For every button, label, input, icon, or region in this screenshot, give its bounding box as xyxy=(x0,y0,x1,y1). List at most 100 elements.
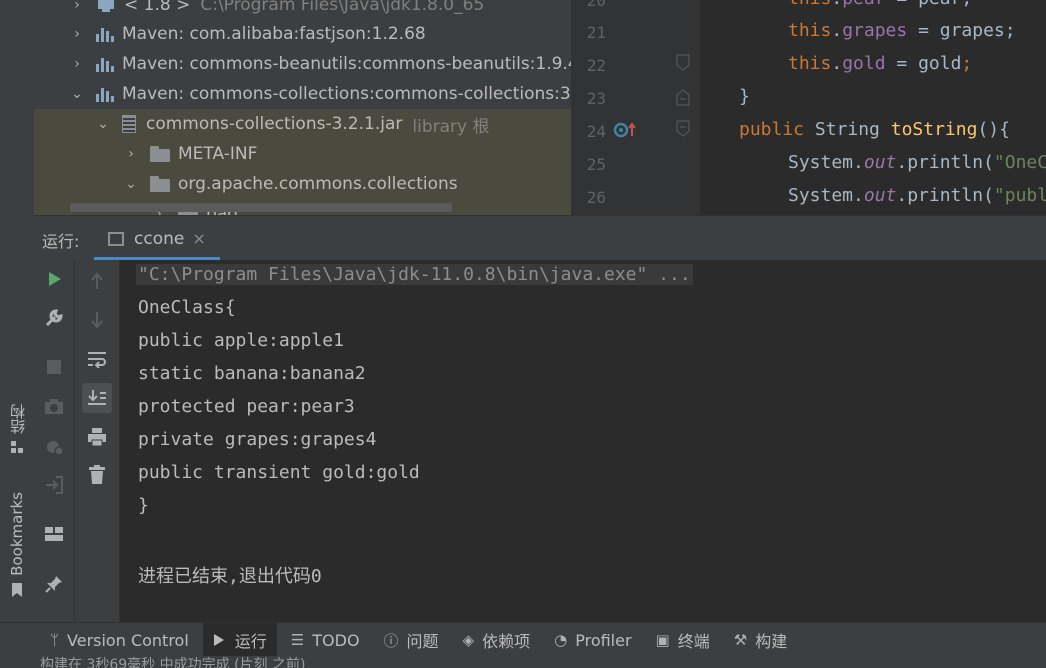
fold-end-icon[interactable] xyxy=(676,88,690,106)
code-line-26: System.out.println("public apple:" xyxy=(788,185,1046,206)
code-line-20: this.pear = pear; xyxy=(788,0,972,9)
chevron-down-icon[interactable]: ⌄ xyxy=(96,116,110,132)
soft-wrap-button[interactable] xyxy=(82,344,112,374)
tree-row-label: < 1.8 > xyxy=(124,0,191,15)
bottom-tab-label: 终端 xyxy=(677,632,710,651)
line-number: 23 xyxy=(586,89,606,108)
terminal-icon: ▣ xyxy=(655,631,670,649)
line-number: 21 xyxy=(586,23,606,42)
pin-icon xyxy=(45,576,62,593)
debug-settings-button[interactable] xyxy=(39,431,69,461)
arrow-up-icon xyxy=(91,272,103,289)
console-line: private grapes:grapes4 xyxy=(138,429,377,450)
tree-row-collections-jar[interactable]: ⌄ commons-collections-3.2.1.jar library … xyxy=(34,109,571,139)
tree-row-meta-inf[interactable]: › META-INF xyxy=(34,139,571,169)
bottom-tab-label: 问题 xyxy=(406,632,439,651)
tree-row-collections[interactable]: ⌄ Maven: commons-collections:commons-col… xyxy=(34,79,571,109)
layout-icon xyxy=(45,527,63,541)
exit-button[interactable] xyxy=(39,470,69,500)
jar-file-icon xyxy=(122,115,136,133)
run-tool-tab[interactable]: 运行 xyxy=(202,623,277,657)
code-line-23: } xyxy=(739,86,750,107)
layers-icon: ◈ xyxy=(462,631,475,649)
run-tab-ccone[interactable]: ccone × xyxy=(94,220,220,260)
tree-row-fastjson[interactable]: › Maven: com.alibaba:fastjson:1.2.68 xyxy=(34,19,571,49)
line-number: 25 xyxy=(586,155,606,174)
thread-dump-button[interactable] xyxy=(39,392,69,422)
override-gutter-icon[interactable] xyxy=(612,120,638,140)
version-control-tab[interactable]: ᛘ Version Control xyxy=(40,623,199,657)
fold-marker-icon[interactable] xyxy=(676,54,690,72)
tree-row-detail: library 根 xyxy=(412,116,490,137)
maven-library-icon xyxy=(96,86,114,102)
profiler-tab[interactable]: ◔ Profiler xyxy=(544,623,641,657)
run-icon xyxy=(49,272,61,286)
stop-button[interactable] xyxy=(39,352,69,382)
todo-tab[interactable]: ☰ TODO xyxy=(281,623,370,657)
scroll-to-end-icon xyxy=(88,390,106,405)
console-icon xyxy=(108,231,124,246)
layout-button[interactable] xyxy=(39,519,69,549)
fold-start-icon[interactable] xyxy=(676,120,690,138)
editor-gutter: 20 21 22 23 24 25 26 xyxy=(572,0,700,215)
chevron-down-icon[interactable]: ⌄ xyxy=(70,86,84,102)
list-icon: ☰ xyxy=(290,631,305,649)
scroll-down-button[interactable] xyxy=(82,305,112,335)
bottom-tab-label: 运行 xyxy=(234,632,267,651)
line-number: 26 xyxy=(586,188,606,207)
bottom-tab-label: TODO xyxy=(312,630,360,650)
trash-icon xyxy=(89,465,105,484)
bottom-tab-label: Version Control xyxy=(67,630,189,650)
rerun-button[interactable] xyxy=(39,264,69,294)
profiler-icon: ◔ xyxy=(554,631,568,649)
run-icon xyxy=(213,634,224,646)
soft-wrap-icon xyxy=(88,352,106,368)
tree-row-package[interactable]: ⌄ org.apache.commons.collections xyxy=(34,169,571,199)
line-number: 24 xyxy=(586,122,606,141)
line-number: 20 xyxy=(586,0,606,10)
branch-icon: ᛘ xyxy=(50,631,60,649)
tree-row-beanutils[interactable]: › Maven: commons-beanutils:commons-beanu… xyxy=(34,49,571,79)
run-toolbar-secondary xyxy=(75,260,120,622)
code-line-21: this.grapes = grapes; xyxy=(788,20,1016,41)
console-output[interactable]: "C:\Program Files\Java\jdk-11.0.8\bin\ja… xyxy=(120,260,1046,622)
console-line: static banana:banana2 xyxy=(138,363,366,384)
problems-tab[interactable]: ⓘ 问题 xyxy=(374,623,449,657)
close-icon[interactable]: × xyxy=(192,229,205,248)
clear-all-button[interactable] xyxy=(82,460,112,490)
chevron-right-icon[interactable]: › xyxy=(70,56,84,72)
scroll-to-end-button[interactable] xyxy=(82,383,112,413)
stop-icon xyxy=(47,360,61,374)
horizontal-scrollbar[interactable] xyxy=(70,203,452,212)
chevron-right-icon[interactable]: › xyxy=(70,0,84,13)
folder-icon xyxy=(150,146,170,162)
structure-tool-tab[interactable]: 结构 xyxy=(2,404,32,454)
bookmarks-tool-tab[interactable]: Bookmarks xyxy=(2,492,32,598)
maven-library-icon xyxy=(96,26,114,42)
code-line-24: public String toString(){ xyxy=(739,119,1010,140)
edit-configuration-button[interactable] xyxy=(39,303,69,333)
terminal-tab[interactable]: ▣ 终端 xyxy=(646,623,720,657)
status-message: 构建在 3秒69毫秒 中成功完成 (片刻 之前) xyxy=(40,657,306,668)
dependencies-tab[interactable]: ◈ 依赖项 xyxy=(453,623,541,657)
pin-tab-button[interactable] xyxy=(39,569,69,599)
build-tab[interactable]: ⚒ 构建 xyxy=(724,623,797,657)
bookmark-icon xyxy=(12,582,22,597)
chevron-down-icon[interactable]: ⌄ xyxy=(124,176,138,192)
print-button[interactable] xyxy=(82,422,112,452)
bottom-tab-label: Profiler xyxy=(575,630,632,650)
info-icon: ⓘ xyxy=(383,631,399,650)
code-editor[interactable]: 20 21 22 23 24 25 26 this.pear = pear; t… xyxy=(572,0,1046,215)
package-folder-icon xyxy=(150,176,170,192)
tree-row-label: commons-collections-3.2.1.jar xyxy=(146,114,403,134)
scroll-up-button[interactable] xyxy=(82,266,112,296)
tree-row-label: Maven: commons-beanutils:commons-beanuti… xyxy=(122,54,571,74)
hammer-icon: ⚒ xyxy=(733,631,748,649)
structure-icon xyxy=(11,441,23,453)
bug-gear-icon xyxy=(47,441,64,456)
chevron-right-icon[interactable]: › xyxy=(124,146,138,162)
tree-row-jdk[interactable]: › < 1.8 > C:\Program Files\Java\jdk1.8.0… xyxy=(34,0,571,20)
run-toolbar-primary xyxy=(34,260,75,622)
arrow-down-icon xyxy=(91,312,103,329)
chevron-right-icon[interactable]: › xyxy=(70,26,84,42)
